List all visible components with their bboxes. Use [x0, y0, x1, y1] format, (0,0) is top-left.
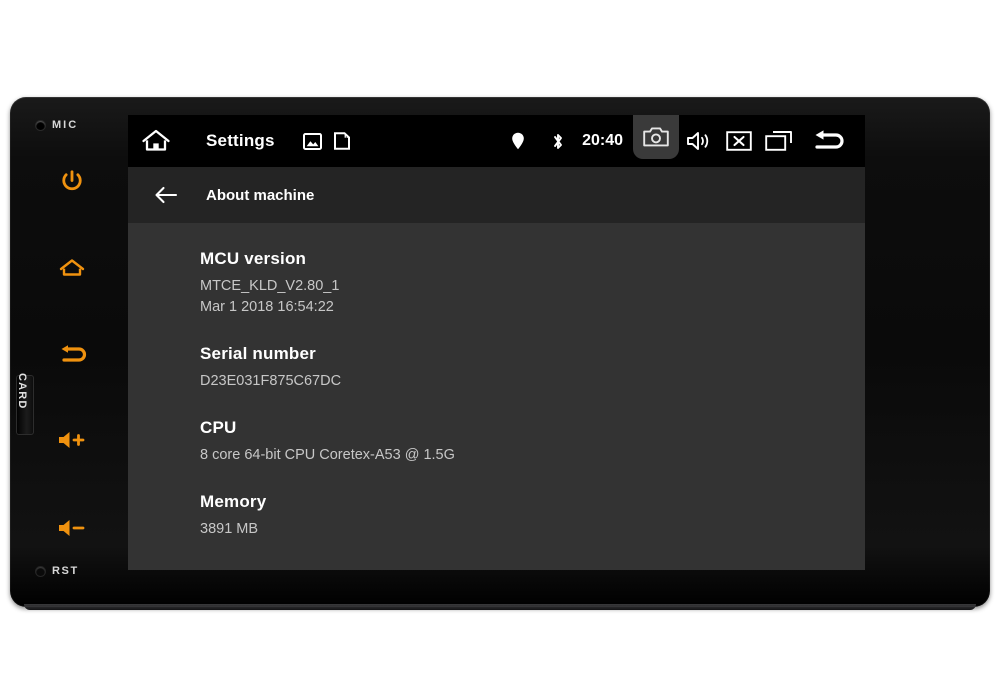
device-left-bezel: MIC CARD RST: [10, 97, 128, 607]
status-home-button[interactable]: [128, 115, 184, 167]
volume-up-icon: [59, 432, 85, 448]
close-button[interactable]: [719, 115, 759, 167]
close-x-icon: [726, 131, 752, 151]
screenshot-root: MIC CARD RST Settings 20:40 About machin…: [0, 0, 1000, 700]
volume-speaker-icon: [687, 132, 709, 150]
recent-apps-icon: [765, 131, 792, 151]
list-item[interactable]: Serial number D23E031F875C67DC: [200, 344, 865, 392]
hardware-volume-down-button[interactable]: [54, 512, 90, 544]
screenshot-camera-icon: [643, 127, 669, 147]
info-value: D23E031F875C67DC: [200, 373, 342, 390]
device-bottom-edge: [24, 604, 976, 610]
screenshot-button[interactable]: [633, 115, 679, 159]
list-item[interactable]: MCU version MTCE_KLD_V2.80_1 Mar 1 2018 1…: [200, 249, 865, 318]
sd-card-slot-label: CARD: [16, 373, 28, 410]
hardware-home-button[interactable]: [54, 252, 90, 284]
info-label: Memory: [200, 492, 267, 512]
info-value: MTCE_KLD_V2.80_1 Mar 1 2018 16:54:22: [200, 278, 340, 316]
list-item[interactable]: Memory 3891 MB: [200, 492, 865, 540]
hardware-power-button[interactable]: [54, 165, 90, 197]
home-icon: [142, 129, 170, 151]
page-header: About machine: [128, 167, 865, 223]
info-label: Serial number: [200, 344, 316, 364]
car-head-unit-device: MIC CARD RST Settings 20:40 About machin…: [10, 97, 990, 610]
back-arrow-icon: [61, 345, 87, 362]
bluetooth-status: [538, 115, 578, 167]
power-icon: [62, 170, 82, 191]
status-bar-title: Settings: [206, 131, 275, 150]
bluetooth-icon: [554, 133, 563, 149]
volume-down-icon: [59, 520, 85, 536]
info-label: CPU: [200, 418, 237, 438]
info-value: 3891 MB: [200, 521, 259, 538]
navigate-back-button[interactable]: [144, 173, 188, 217]
volume-button[interactable]: [679, 115, 719, 167]
microphone: MIC: [36, 119, 78, 131]
recent-apps-button[interactable]: [759, 115, 799, 167]
location-status: [498, 115, 538, 167]
reset-pinhole-icon[interactable]: [36, 566, 45, 576]
microphone-hole-icon: [36, 120, 45, 130]
arrow-left-icon: [155, 186, 178, 204]
about-machine-list: MCU version MTCE_KLD_V2.80_1 Mar 1 2018 1…: [128, 223, 865, 570]
reset-label: RST: [52, 565, 79, 577]
info-value: 8 core 64-bit CPU Coretex-A53 @ 1.5G: [200, 447, 455, 464]
location-pin-icon: [512, 132, 524, 150]
status-bar-right: 20:40: [498, 115, 865, 167]
device-screen: Settings 20:40 About machine MCU version…: [128, 115, 865, 570]
status-clock: 20:40: [582, 132, 623, 149]
status-bar: Settings 20:40: [128, 115, 865, 167]
home-icon: [59, 259, 85, 276]
back-return-icon: [815, 130, 844, 149]
page-title: About machine: [206, 186, 315, 204]
sd-card-icon[interactable]: [333, 132, 350, 150]
hardware-volume-up-button[interactable]: [54, 424, 90, 456]
gallery-icon[interactable]: [302, 132, 322, 150]
list-item[interactable]: CPU 8 core 64-bit CPU Coretex-A53 @ 1.5G: [200, 418, 865, 466]
reset-control[interactable]: RST: [36, 565, 79, 577]
info-label: MCU version: [200, 249, 307, 268]
back-button[interactable]: [799, 115, 859, 167]
hardware-back-button[interactable]: [54, 339, 90, 371]
microphone-label: MIC: [52, 119, 79, 131]
status-mini-icons: [302, 132, 350, 150]
